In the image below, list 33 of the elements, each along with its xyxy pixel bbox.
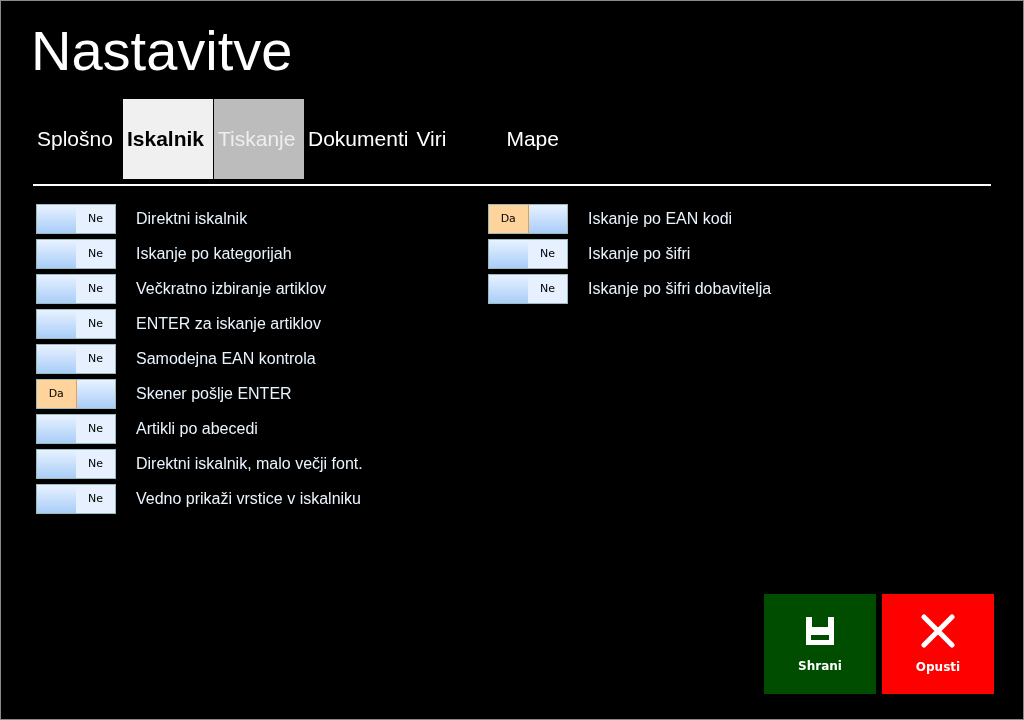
save-button[interactable]: Shrani	[764, 594, 876, 694]
setting-label: Samodejna EAN kontrola	[136, 349, 316, 368]
toggle-switch[interactable]: Ne	[488, 273, 568, 304]
tab[interactable]: Viri	[412, 99, 503, 179]
setting-label: Iskanje po EAN kodi	[588, 209, 733, 228]
tab[interactable]: Iskalnik	[123, 99, 213, 179]
toggle-switch[interactable]: Ne	[36, 483, 116, 514]
tab[interactable]: Mape	[502, 99, 593, 179]
setting-label: Iskanje po kategorijah	[136, 244, 292, 263]
toggle-switch[interactable]: Ne	[36, 343, 116, 374]
close-icon	[921, 614, 955, 648]
setting-label: Vedno prikaži vrstice v iskalniku	[136, 489, 361, 508]
cancel-button[interactable]: Opusti	[882, 594, 994, 694]
setting-label: Večkratno izbiranje artiklov	[136, 279, 327, 298]
tab[interactable]: Splošno	[33, 99, 123, 179]
setting-label: Direktni iskalnik	[136, 209, 248, 228]
toggle-switch[interactable]: Da	[488, 203, 568, 234]
toggle-switch[interactable]: Da	[36, 378, 116, 409]
toggle-switch[interactable]: Ne	[36, 413, 116, 444]
toggle-switch[interactable]: Ne	[36, 273, 116, 304]
setting-label: Skener pošlje ENTER	[136, 384, 292, 403]
toggle-switch[interactable]: Ne	[36, 238, 116, 269]
toggle-switch[interactable]: Ne	[36, 308, 116, 339]
toggle-switch[interactable]: Ne	[36, 203, 116, 234]
setting-label: Iskanje po šifri dobavitelja	[588, 279, 772, 298]
setting-label: Artikli po abecedi	[136, 419, 258, 438]
setting-label: Direktni iskalnik, malo večji font.	[136, 454, 363, 473]
setting-label: ENTER za iskanje artiklov	[136, 314, 321, 333]
toggle-switch[interactable]: Ne	[36, 448, 116, 479]
setting-label: Iskanje po šifri	[588, 244, 691, 263]
window-title: Nastavitve	[30, 18, 294, 84]
toggle-switch[interactable]: Ne	[488, 238, 568, 269]
tab[interactable]: Dokumenti	[304, 99, 413, 179]
